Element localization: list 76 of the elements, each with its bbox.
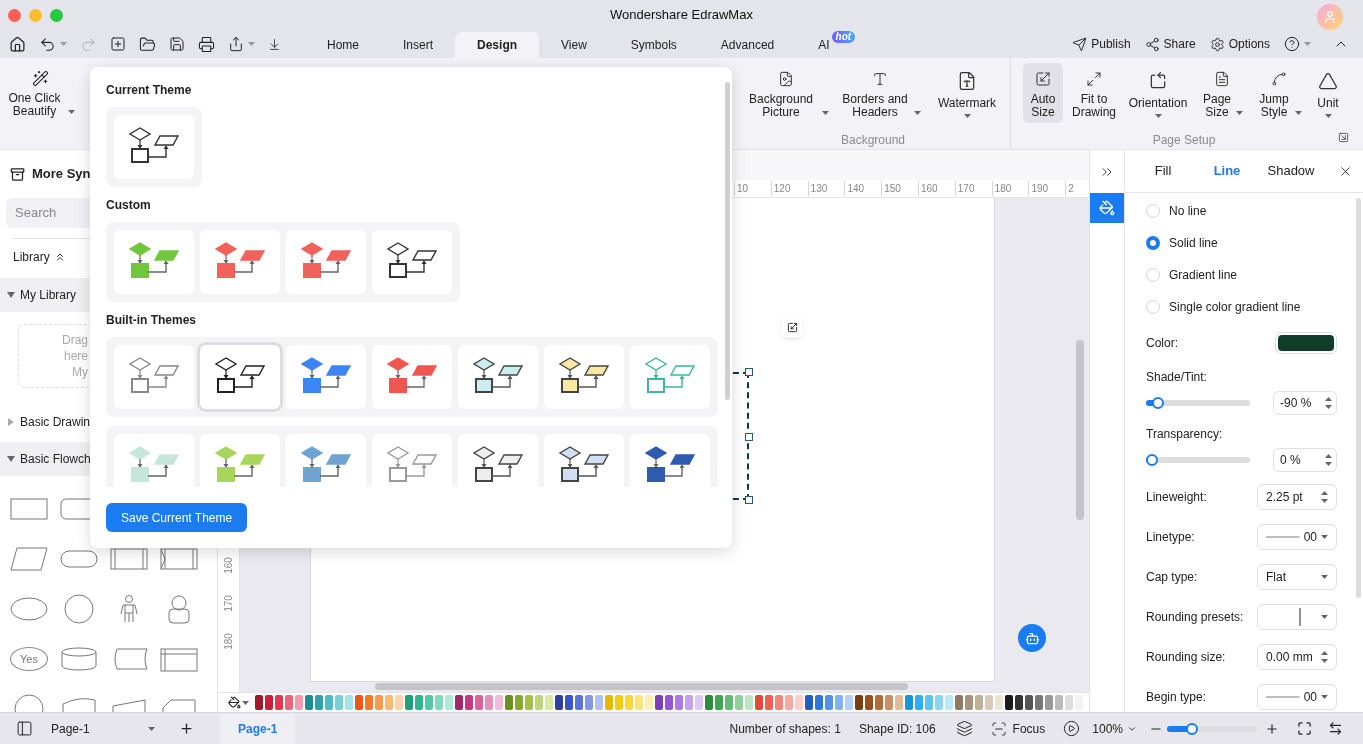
hint-text: My — [72, 364, 88, 380]
field-label: Cap type: — [1146, 569, 1198, 586]
ruler-label: 120 — [770, 181, 791, 196]
hint-text: Drag — [62, 332, 88, 348]
save-theme-button[interactable]: Save Current Theme — [106, 503, 248, 532]
focus-button[interactable]: Focus — [990, 719, 1046, 738]
ruler-label: 180 — [991, 181, 1012, 196]
ruler-label: 180 — [221, 633, 235, 650]
menu-tab[interactable]: Advanced — [698, 32, 797, 58]
dropdown-field[interactable]: Flat — [1257, 564, 1337, 590]
field-label: Color: — [1146, 335, 1178, 352]
ruler-label: 130 — [807, 181, 828, 196]
field-label: Transparency: — [1146, 426, 1224, 443]
menu-tab[interactable]: AI — [796, 32, 832, 58]
hint-text: here — [63, 348, 88, 364]
section-title: Built-in Themes — [106, 312, 196, 329]
ruler-label: 140 — [844, 181, 865, 196]
number-field[interactable]: 2.25 pt — [1257, 484, 1337, 510]
menu-tab[interactable]: Insert — [381, 32, 456, 58]
menu-tab[interactable]: View — [539, 32, 609, 58]
library-label: Library — [13, 249, 50, 266]
window-title: Wondershare EdrawMax — [610, 6, 753, 25]
option-label: Gradient line — [1169, 267, 1238, 284]
menu-tab[interactable]: Home — [305, 32, 381, 58]
ruler-label: 160 — [918, 181, 938, 196]
option-label: Solid line — [1169, 235, 1218, 252]
ribbon-button[interactable]: Fit to Drawing — [1069, 63, 1119, 123]
toolbar-button[interactable]: Options — [1209, 35, 1270, 53]
page-tab[interactable]: Page-1 — [220, 713, 296, 744]
field-label: Lineweight: — [1146, 489, 1207, 506]
panel-tab[interactable]: Shadow — [1263, 161, 1319, 181]
section-title: Custom — [106, 197, 151, 214]
ruler-label: 10 — [734, 181, 749, 196]
ribbon-button[interactable]: Background Picture — [744, 63, 828, 123]
ruler-label: 170 — [954, 181, 975, 196]
field-label: Shade/Tint: — [1146, 369, 1208, 386]
beautify-button[interactable]: One Click Beautify — [0, 58, 80, 149]
ribbon-button[interactable]: Jump Style — [1253, 63, 1305, 123]
ribbon-button[interactable]: Unit — [1311, 63, 1345, 123]
ruler-label: 150 — [881, 181, 901, 196]
ribbon-button[interactable]: Borders and Headers — [834, 63, 926, 123]
field-label: Begin type: — [1146, 689, 1207, 706]
shape-id: Shape ID: 106 — [858, 720, 936, 738]
menu-tab[interactable]: Symbols — [608, 32, 699, 58]
toolbar-button[interactable]: Share — [1144, 35, 1196, 53]
number-field[interactable]: 0.00 mm — [1257, 644, 1337, 670]
line-dropdown[interactable]: 00 — [1257, 684, 1337, 710]
option-label: Single color gradient line — [1169, 299, 1301, 316]
group-label: Page Setup — [1152, 132, 1216, 149]
ruler-label: 2 — [1065, 181, 1074, 196]
panel-tab[interactable]: Line — [1199, 161, 1255, 181]
library-section[interactable]: Basic Drawin — [0, 405, 217, 439]
ribbon-button[interactable]: Auto Size — [1023, 63, 1063, 123]
panel-title: More Syn — [32, 165, 91, 184]
ruler-label: 190 — [1028, 181, 1049, 196]
number-field[interactable]: 0 % — [1273, 448, 1337, 472]
ruler-label: 160 — [221, 557, 235, 574]
ribbon-button[interactable]: Orientation — [1125, 63, 1191, 123]
section-title: Current Theme — [106, 82, 192, 99]
number-field[interactable]: -90 % — [1273, 391, 1337, 415]
page-dropdown[interactable]: Page-1 — [51, 719, 157, 738]
ribbon-button[interactable]: Watermark — [932, 63, 1002, 123]
zoom-dropdown[interactable]: 100% — [1092, 719, 1137, 738]
field-label: Linetype: — [1146, 529, 1195, 546]
menu-tab[interactable]: Design — [455, 32, 540, 58]
field-label: Rounding size: — [1146, 649, 1226, 666]
ruler-label: 170 — [221, 595, 235, 612]
option-label: No line — [1169, 203, 1207, 220]
panel-tab[interactable]: Fill — [1135, 161, 1191, 181]
line-dropdown[interactable]: 00 — [1257, 524, 1337, 550]
group-label: Background — [840, 132, 905, 149]
field-label: Rounding presets: — [1146, 609, 1244, 626]
shape-count: Number of shapes: 1 — [729, 720, 841, 738]
ribbon-button[interactable]: Page Size — [1197, 63, 1247, 123]
hot-badge: hot — [831, 31, 856, 43]
toolbar-button[interactable]: Publish — [1072, 35, 1131, 53]
